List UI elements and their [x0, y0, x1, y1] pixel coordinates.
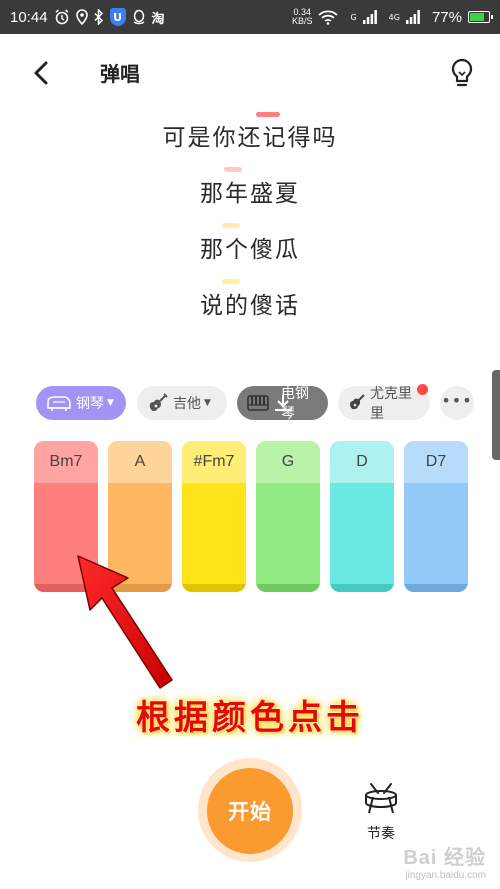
network-speed: 0.34 KB/S — [291, 7, 313, 26]
chord-key-g[interactable]: G — [256, 441, 320, 592]
taobao-icon: 淘 — [151, 11, 165, 27]
lyric-line: 说的傻话 — [200, 293, 300, 319]
instrument-tab-ukulele[interactable]: 尤克里里 — [338, 384, 430, 422]
more-icon: ••• — [441, 390, 473, 410]
instrument-tab-electric-piano[interactable]: 电钢琴 — [237, 386, 328, 422]
battery-percent: 77% — [431, 8, 462, 26]
chord-key-sharp-fm7[interactable]: #Fm7 — [182, 441, 246, 592]
ukulele-icon — [348, 393, 366, 413]
chord-key-label: A — [108, 441, 172, 483]
chord-key-label: D7 — [404, 441, 468, 483]
piano-icon — [46, 394, 72, 412]
lyric-line: 那个傻瓜 — [200, 237, 300, 263]
more-instruments-button[interactable]: ••• — [440, 386, 474, 420]
instrument-selector: 钢琴 ▼ 吉他 ▼ 电钢琴 尤克里里 ••• — [0, 384, 500, 422]
page-title: 弹唱 — [100, 62, 140, 86]
signal-b-icon — [405, 10, 420, 24]
chord-key-label: Bm7 — [34, 441, 98, 483]
signal-a-icon — [362, 10, 377, 24]
shield-icon: U — [109, 8, 126, 26]
instrument-tab-guitar[interactable]: 吉他 ▼ — [137, 386, 227, 420]
chord-key-base — [256, 584, 320, 592]
drum-icon — [365, 783, 397, 814]
battery-icon — [468, 11, 493, 23]
wifi-icon — [318, 10, 339, 25]
rhythm-label: 节奏 — [367, 826, 395, 842]
annotation-arrow-icon — [77, 555, 173, 689]
chord-key-base — [330, 584, 394, 592]
watermark: Bai 经验 jingyan.baidu.com — [403, 847, 486, 881]
lightbulb-icon — [451, 58, 473, 87]
lyric-line: 可是你还记得吗 — [162, 125, 338, 151]
instrument-tab-piano[interactable]: 钢琴 ▼ — [36, 386, 126, 420]
chord-key-label: #Fm7 — [182, 441, 246, 483]
qq-icon — [132, 9, 146, 25]
lyric-line: 那年盛夏 — [200, 181, 300, 207]
signal-b-label: 4G — [388, 12, 400, 22]
tips-button[interactable] — [446, 56, 478, 90]
lyric-chord-marker — [222, 223, 240, 228]
bluetooth-icon — [94, 9, 104, 25]
signal-a-label: G — [350, 12, 357, 22]
chord-key-base — [404, 584, 468, 592]
caret-down-icon: ▼ — [107, 398, 114, 408]
chord-key-d[interactable]: D — [330, 441, 394, 592]
guitar-icon — [147, 392, 169, 414]
start-button[interactable]: 开始 — [207, 768, 293, 854]
status-time: 10:44 — [10, 8, 48, 26]
location-icon — [75, 9, 88, 25]
chord-key-body — [256, 483, 320, 584]
caret-down-icon: ▼ — [204, 398, 211, 408]
lyric-chord-marker — [224, 167, 242, 172]
back-button[interactable] — [26, 56, 56, 90]
lyric-chord-marker — [222, 279, 240, 284]
notification-dot — [417, 384, 428, 395]
chord-key-label: G — [256, 441, 320, 483]
alarm-icon — [54, 9, 70, 25]
keyboard-icon — [247, 394, 269, 412]
status-bar: 10:44 U 淘 0.34 KB/S G 4G 77% — [0, 0, 500, 34]
chord-key-d7[interactable]: D7 — [404, 441, 468, 592]
chord-key-body — [330, 483, 394, 584]
annotation-text: 根据颜色点击 — [136, 698, 364, 738]
lyric-chord-marker — [256, 112, 280, 117]
chord-key-label: D — [330, 441, 394, 483]
chord-key-body — [182, 483, 246, 584]
chord-key-body — [404, 483, 468, 584]
rhythm-button[interactable]: 节奏 — [356, 783, 406, 843]
chord-key-base — [182, 584, 246, 592]
chevron-left-icon — [34, 61, 48, 85]
